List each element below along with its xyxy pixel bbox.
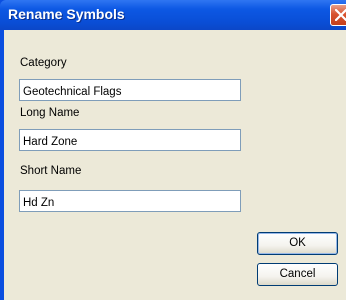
ok-button[interactable]: OK [257, 232, 338, 255]
category-label: Category [20, 57, 67, 69]
long-name-label: Long Name [20, 107, 80, 119]
close-x-icon [335, 9, 346, 21]
short-name-label: Short Name [20, 165, 82, 177]
close-button[interactable] [330, 4, 346, 26]
title-bar[interactable]: Rename Symbols [0, 0, 346, 30]
short-name-field[interactable] [19, 190, 241, 212]
cancel-button[interactable]: Cancel [257, 263, 338, 286]
dialog-title: Rename Symbols [8, 6, 125, 22]
long-name-field[interactable] [19, 129, 241, 151]
dialog-body: Category Long Name Short Name OK Cancel [4, 30, 346, 300]
category-field[interactable] [19, 79, 241, 101]
rename-symbols-dialog: Rename Symbols Category Long Name Short … [0, 0, 346, 300]
